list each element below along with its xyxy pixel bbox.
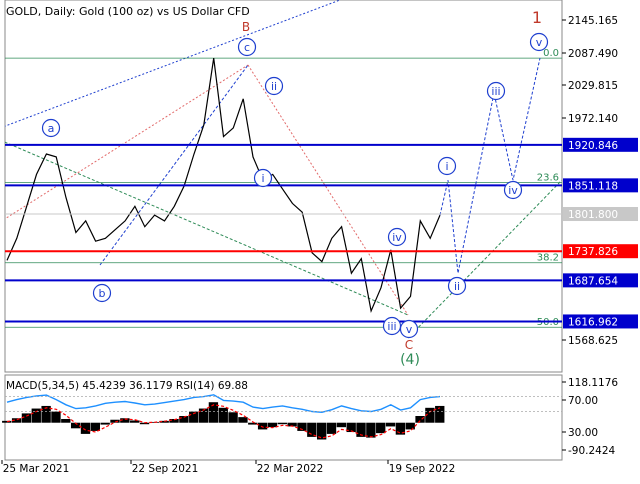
price-level-tag-text-4: 1687.654 — [568, 275, 618, 287]
osc-tick-label-0: 118.1176 — [568, 377, 618, 389]
x-tick-label-3: 19 Sep 2022 — [389, 463, 456, 475]
macd-histogram-bar-31 — [307, 422, 317, 437]
osc-tick-label-1: 70.00 — [568, 395, 598, 407]
wave-label-0: 1 — [532, 8, 542, 27]
price-level-tag-text-5: 1616.962 — [568, 316, 618, 328]
wave-label-16: v — [536, 36, 543, 49]
osc-tick-label-2: 30.00 — [568, 427, 598, 439]
green-trend-line — [5, 141, 409, 316]
fib-level-label-2: 38.2 — [537, 253, 559, 264]
wave-label-11: (4) — [400, 352, 420, 368]
wave-label-12: i — [445, 160, 448, 173]
chart-canvas: GOLD, Daily: Gold (100 oz) vs US Dollar … — [1, 0, 638, 475]
wave-label-8: iv — [392, 231, 402, 244]
macd-histogram-bar-3 — [31, 408, 41, 423]
wave-label-14: iii — [491, 85, 500, 98]
macd-histogram-bar-33 — [326, 422, 337, 434]
macd-histogram-bar-28 — [277, 422, 287, 425]
macd-histogram-bar-38 — [376, 422, 386, 434]
macd-histogram-bar-24 — [238, 417, 248, 423]
upper-channel-line — [5, 0, 341, 127]
wave-label-1: B — [242, 20, 250, 34]
macd-histogram-bar-37 — [366, 422, 376, 438]
x-tick-label-1: 22 Sep 2021 — [132, 463, 199, 475]
y-tick-label-4: 1568.625 — [568, 335, 618, 347]
wave-label-3: c — [244, 41, 250, 54]
y-tick-label-1: 2087.490 — [568, 48, 618, 60]
macd-histogram-bar-34 — [336, 422, 347, 428]
macd-histogram-bar-25 — [248, 422, 258, 425]
macd-histogram-bar-22 — [218, 407, 228, 423]
y-tick-label-0: 2145.165 — [568, 15, 618, 27]
macd-histogram-bar-2 — [21, 413, 32, 423]
y-tick-label-2: 2029.815 — [568, 80, 618, 92]
macd-histogram-bar-8 — [80, 422, 91, 434]
x-tick-label-2: 22 Mar 2022 — [257, 463, 324, 475]
macd-histogram-bar-13 — [130, 420, 140, 423]
macd-histogram-bar-0 — [2, 420, 12, 423]
osc-tick-label-3: -90.2424 — [568, 445, 616, 457]
wave-label-13: ii — [454, 280, 460, 293]
macd-histogram-bar-11 — [110, 419, 120, 423]
y-tick-label-3: 1972.140 — [568, 113, 618, 125]
macd-histogram-bar-26 — [257, 422, 268, 430]
wave-label-5: b — [99, 287, 106, 300]
wave-label-15: iv — [508, 184, 518, 197]
wave-label-7: i — [261, 172, 264, 185]
wave-b-c-line — [99, 64, 249, 266]
macd-histogram-bar-23 — [228, 412, 238, 423]
macd-histogram-bar-10 — [100, 422, 110, 425]
macd-histogram-bar-9 — [90, 422, 100, 431]
price-level-tag-text-3: 1737.826 — [568, 246, 618, 258]
macd-histogram-bar-39 — [385, 422, 396, 427]
macd-histogram-bar-5 — [51, 411, 61, 423]
wave-label-10: v — [406, 323, 413, 336]
wave-label-2: C — [405, 338, 413, 352]
chart-title: GOLD, Daily: Gold (100 oz) vs US Dollar … — [6, 5, 250, 18]
red-trend-line-left — [5, 64, 249, 220]
fib-level-label-3: 50.0 — [537, 317, 559, 328]
price-level-tag-text-1: 1851.118 — [568, 180, 618, 192]
wave-label-9: iii — [387, 320, 396, 333]
price-level-tag-text-2: 1801.800 — [568, 209, 618, 221]
gold-daily-chart: GOLD, Daily: Gold (100 oz) vs US Dollar … — [0, 0, 640, 480]
macd-histogram-bar-6 — [61, 418, 71, 423]
trend-lines — [5, 0, 562, 339]
wave-label-6: ii — [271, 80, 277, 93]
wave-label-4: a — [48, 122, 55, 135]
price-level-tag-text-0: 1920.846 — [568, 140, 618, 152]
x-tick-label-0: 25 Mar 2021 — [3, 463, 70, 475]
macd-rsi-title: MACD(5,34,5) 45.4239 36.1179 RSI(14) 69.… — [6, 380, 248, 392]
fib-level-label-0: 0.0 — [543, 48, 559, 59]
fib-level-label-1: 23.6 — [537, 173, 559, 184]
